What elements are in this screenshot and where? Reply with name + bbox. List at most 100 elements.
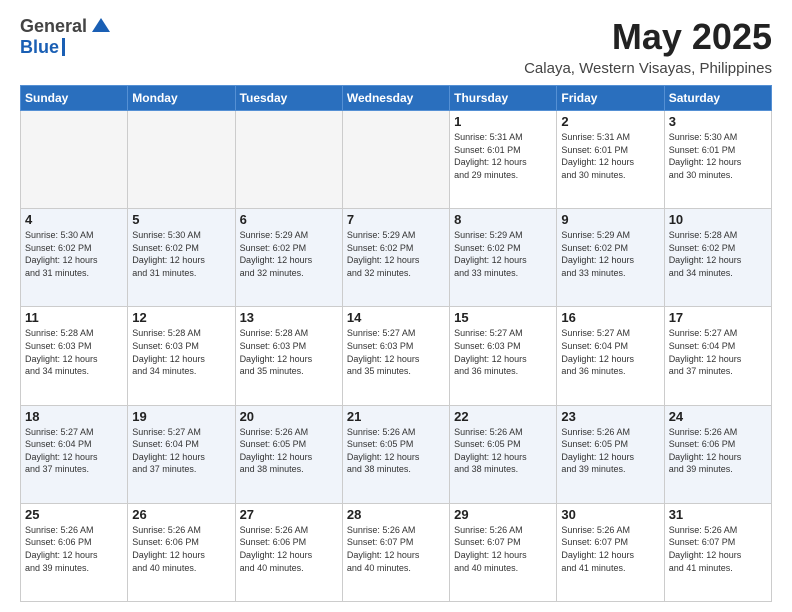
day-info: Sunrise: 5:26 AM Sunset: 6:07 PM Dayligh… — [454, 524, 552, 574]
calendar-table: Sunday Monday Tuesday Wednesday Thursday… — [20, 85, 772, 602]
day-number: 28 — [347, 507, 445, 522]
main-title: May 2025 — [524, 16, 772, 58]
logo-icon — [92, 16, 110, 34]
day-number: 9 — [561, 212, 659, 227]
calendar-week-row: 1 Sunrise: 5:31 AM Sunset: 6:01 PM Daylig… — [21, 111, 772, 209]
calendar-week-row: 25 Sunrise: 5:26 AM Sunset: 6:06 PM Dayli… — [21, 503, 772, 601]
day-info: Sunrise: 5:29 AM Sunset: 6:02 PM Dayligh… — [561, 229, 659, 279]
table-row: 14Sunrise: 5:27 AM Sunset: 6:03 PM Dayli… — [342, 307, 449, 405]
day-info: Sunrise: 5:28 AM Sunset: 6:03 PM Dayligh… — [240, 327, 338, 377]
day-number: 7 — [347, 212, 445, 227]
table-row: 15Sunrise: 5:27 AM Sunset: 6:03 PM Dayli… — [450, 307, 557, 405]
day-number: 8 — [454, 212, 552, 227]
day-number: 22 — [454, 409, 552, 424]
day-number: 14 — [347, 310, 445, 325]
logo: General Blue — [20, 16, 110, 58]
table-row — [21, 111, 128, 209]
day-number: 12 — [132, 310, 230, 325]
day-number: 25 — [25, 507, 123, 522]
table-row: 8 Sunrise: 5:29 AM Sunset: 6:02 PM Daylig… — [450, 209, 557, 307]
day-number: 30 — [561, 507, 659, 522]
day-number: 10 — [669, 212, 767, 227]
calendar-week-row: 18Sunrise: 5:27 AM Sunset: 6:04 PM Dayli… — [21, 405, 772, 503]
day-info: Sunrise: 5:30 AM Sunset: 6:01 PM Dayligh… — [669, 131, 767, 181]
table-row: 16 Sunrise: 5:27 AM Sunset: 6:04 PM Dayli… — [557, 307, 664, 405]
table-row: 13 Sunrise: 5:28 AM Sunset: 6:03 PM Dayli… — [235, 307, 342, 405]
calendar-header-row: Sunday Monday Tuesday Wednesday Thursday… — [21, 86, 772, 111]
table-row: 27Sunrise: 5:26 AM Sunset: 6:06 PM Dayli… — [235, 503, 342, 601]
day-info: Sunrise: 5:26 AM Sunset: 6:06 PM Dayligh… — [132, 524, 230, 574]
day-number: 6 — [240, 212, 338, 227]
day-number: 20 — [240, 409, 338, 424]
day-info: Sunrise: 5:27 AM Sunset: 6:04 PM Dayligh… — [25, 426, 123, 476]
day-number: 31 — [669, 507, 767, 522]
day-info: Sunrise: 5:28 AM Sunset: 6:03 PM Dayligh… — [132, 327, 230, 377]
col-friday: Friday — [557, 86, 664, 111]
table-row — [128, 111, 235, 209]
day-info: Sunrise: 5:31 AM Sunset: 6:01 PM Dayligh… — [561, 131, 659, 181]
table-row: 12 Sunrise: 5:28 AM Sunset: 6:03 PM Dayli… — [128, 307, 235, 405]
table-row: 7 Sunrise: 5:29 AM Sunset: 6:02 PM Daylig… — [342, 209, 449, 307]
day-info: Sunrise: 5:27 AM Sunset: 6:03 PM Dayligh… — [454, 327, 552, 377]
table-row: 20 Sunrise: 5:26 AM Sunset: 6:05 PM Dayli… — [235, 405, 342, 503]
day-info: Sunrise: 5:26 AM Sunset: 6:06 PM Dayligh… — [669, 426, 767, 476]
day-info: Sunrise: 5:28 AM Sunset: 6:03 PM Dayligh… — [25, 327, 123, 377]
col-sunday: Sunday — [21, 86, 128, 111]
day-number: 2 — [561, 114, 659, 129]
day-number: 21 — [347, 409, 445, 424]
table-row: 18Sunrise: 5:27 AM Sunset: 6:04 PM Dayli… — [21, 405, 128, 503]
day-info: Sunrise: 5:26 AM Sunset: 6:05 PM Dayligh… — [454, 426, 552, 476]
table-row — [342, 111, 449, 209]
col-thursday: Thursday — [450, 86, 557, 111]
day-info: Sunrise: 5:27 AM Sunset: 6:04 PM Dayligh… — [669, 327, 767, 377]
title-block: May 2025 Calaya, Western Visayas, Philip… — [524, 16, 772, 77]
day-info: Sunrise: 5:26 AM Sunset: 6:05 PM Dayligh… — [347, 426, 445, 476]
table-row: 1 Sunrise: 5:31 AM Sunset: 6:01 PM Daylig… — [450, 111, 557, 209]
day-info: Sunrise: 5:28 AM Sunset: 6:02 PM Dayligh… — [669, 229, 767, 279]
day-number: 26 — [132, 507, 230, 522]
table-row: 17Sunrise: 5:27 AM Sunset: 6:04 PM Dayli… — [664, 307, 771, 405]
day-number: 19 — [132, 409, 230, 424]
day-number: 24 — [669, 409, 767, 424]
table-row: 22 Sunrise: 5:26 AM Sunset: 6:05 PM Dayli… — [450, 405, 557, 503]
table-row: 30 Sunrise: 5:26 AM Sunset: 6:07 PM Dayli… — [557, 503, 664, 601]
table-row: 21 Sunrise: 5:26 AM Sunset: 6:05 PM Dayli… — [342, 405, 449, 503]
table-row: 23Sunrise: 5:26 AM Sunset: 6:05 PM Dayli… — [557, 405, 664, 503]
day-info: Sunrise: 5:31 AM Sunset: 6:01 PM Dayligh… — [454, 131, 552, 181]
col-tuesday: Tuesday — [235, 86, 342, 111]
day-info: Sunrise: 5:26 AM Sunset: 6:06 PM Dayligh… — [25, 524, 123, 574]
day-info: Sunrise: 5:26 AM Sunset: 6:06 PM Dayligh… — [240, 524, 338, 574]
col-monday: Monday — [128, 86, 235, 111]
day-info: Sunrise: 5:29 AM Sunset: 6:02 PM Dayligh… — [240, 229, 338, 279]
table-row: 10 Sunrise: 5:28 AM Sunset: 6:02 PM Dayli… — [664, 209, 771, 307]
day-info: Sunrise: 5:27 AM Sunset: 6:04 PM Dayligh… — [132, 426, 230, 476]
day-number: 5 — [132, 212, 230, 227]
header: General Blue May 2025 Calaya, Western Vi… — [20, 16, 772, 77]
day-info: Sunrise: 5:29 AM Sunset: 6:02 PM Dayligh… — [454, 229, 552, 279]
day-number: 29 — [454, 507, 552, 522]
day-info: Sunrise: 5:26 AM Sunset: 6:05 PM Dayligh… — [561, 426, 659, 476]
day-number: 13 — [240, 310, 338, 325]
day-info: Sunrise: 5:26 AM Sunset: 6:07 PM Dayligh… — [561, 524, 659, 574]
table-row: 9 Sunrise: 5:29 AM Sunset: 6:02 PM Daylig… — [557, 209, 664, 307]
day-info: Sunrise: 5:26 AM Sunset: 6:05 PM Dayligh… — [240, 426, 338, 476]
day-info: Sunrise: 5:29 AM Sunset: 6:02 PM Dayligh… — [347, 229, 445, 279]
table-row: 2 Sunrise: 5:31 AM Sunset: 6:01 PM Daylig… — [557, 111, 664, 209]
col-wednesday: Wednesday — [342, 86, 449, 111]
day-number: 16 — [561, 310, 659, 325]
subtitle: Calaya, Western Visayas, Philippines — [524, 60, 772, 77]
col-saturday: Saturday — [664, 86, 771, 111]
table-row: 19 Sunrise: 5:27 AM Sunset: 6:04 PM Dayli… — [128, 405, 235, 503]
day-info: Sunrise: 5:26 AM Sunset: 6:07 PM Dayligh… — [347, 524, 445, 574]
page: General Blue May 2025 Calaya, Western Vi… — [0, 0, 792, 612]
day-number: 4 — [25, 212, 123, 227]
table-row: 26 Sunrise: 5:26 AM Sunset: 6:06 PM Dayli… — [128, 503, 235, 601]
day-number: 1 — [454, 114, 552, 129]
day-info: Sunrise: 5:30 AM Sunset: 6:02 PM Dayligh… — [25, 229, 123, 279]
day-info: Sunrise: 5:27 AM Sunset: 6:04 PM Dayligh… — [561, 327, 659, 377]
calendar-week-row: 11 Sunrise: 5:28 AM Sunset: 6:03 PM Dayli… — [21, 307, 772, 405]
logo-general-text: General — [20, 16, 87, 37]
calendar-week-row: 4 Sunrise: 5:30 AM Sunset: 6:02 PM Daylig… — [21, 209, 772, 307]
table-row: 28 Sunrise: 5:26 AM Sunset: 6:07 PM Dayli… — [342, 503, 449, 601]
day-number: 11 — [25, 310, 123, 325]
